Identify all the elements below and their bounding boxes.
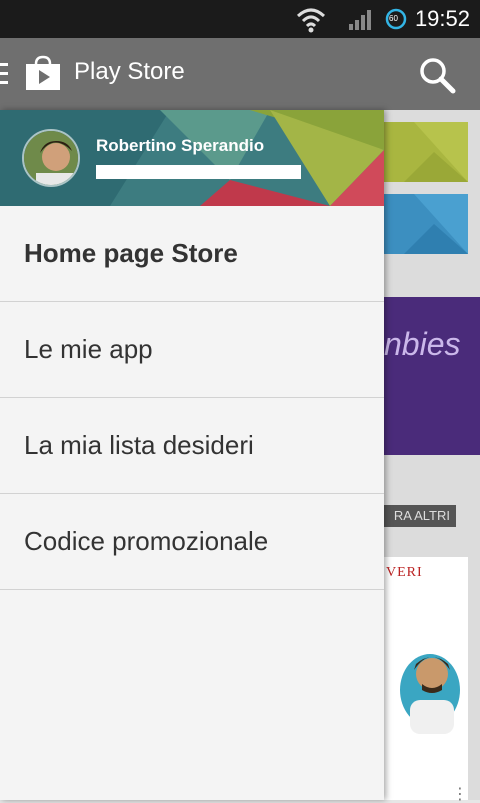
status-bar: 60 19:52 — [0, 0, 480, 38]
navigation-drawer: Robertino Sperandio Home page Store Le m… — [0, 110, 384, 800]
menu-item-my-apps[interactable]: Le mie app — [0, 302, 384, 398]
wifi-icon — [296, 8, 326, 33]
menu-icon[interactable] — [0, 63, 8, 85]
menu-item-home[interactable]: Home page Store — [0, 206, 384, 302]
menu-item-promo-code[interactable]: Codice promozionale — [0, 494, 384, 590]
signal-icon — [349, 10, 371, 30]
overflow-icon[interactable]: ⋮ — [452, 784, 468, 803]
category-tile-blue[interactable] — [384, 194, 468, 254]
album-title: VERI — [386, 565, 423, 580]
battery-level: 60 — [389, 14, 398, 23]
menu-item-wishlist[interactable]: La mia lista desideri — [0, 398, 384, 494]
album-cover-image — [400, 654, 460, 734]
app-title: Play Store — [74, 58, 185, 85]
clock: 19:52 — [414, 6, 470, 31]
promo-banner[interactable] — [384, 297, 480, 455]
category-tile-green[interactable] — [384, 122, 468, 182]
drawer-header: Robertino Sperandio — [0, 110, 384, 206]
avatar[interactable] — [22, 129, 80, 187]
promo-banner-text: nbies — [384, 326, 461, 362]
drawer-menu: Home page Store Le mie app La mia lista … — [0, 206, 384, 590]
user-email-redacted[interactable] — [96, 165, 301, 179]
search-icon[interactable] — [418, 56, 456, 94]
user-name: Robertino Sperandio — [96, 136, 265, 155]
action-bar: Play Store — [0, 38, 480, 110]
play-store-logo-icon[interactable] — [24, 54, 62, 92]
